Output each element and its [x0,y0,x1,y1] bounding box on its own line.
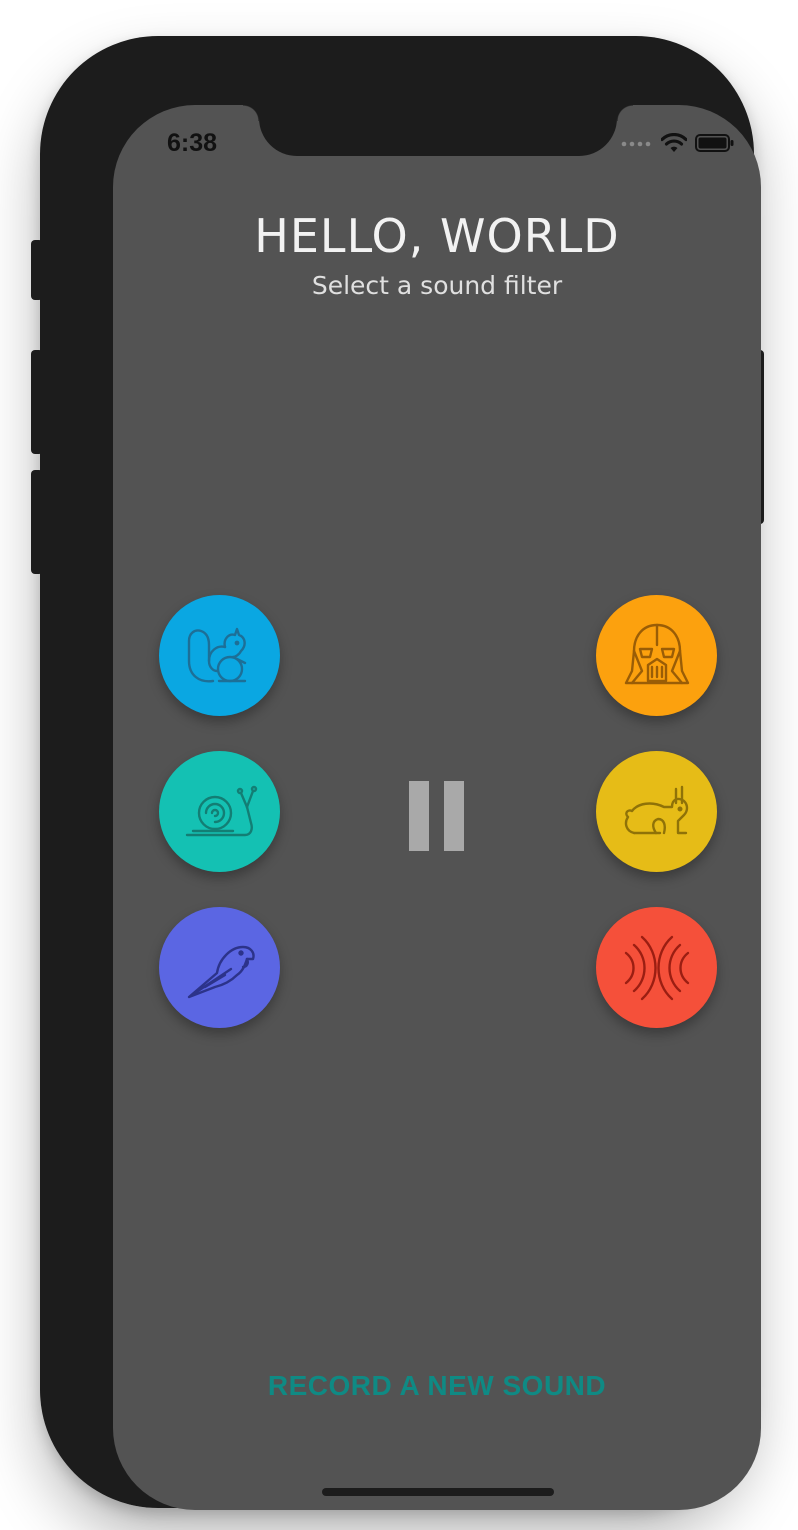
battery-icon [695,134,734,152]
pause-icon [409,781,429,851]
squirrel-filter-button[interactable] [159,595,280,716]
signal-dots-icon [621,141,651,147]
device-frame: 6:38 HELLO, WORLD Select a sound filter [40,36,761,1510]
status-time: 6:38 [167,129,218,157]
snail-icon [185,785,257,836]
darth-vader-helmet-icon [624,623,689,684]
rabbit-icon [624,785,688,834]
pause-icon-bar [444,781,464,851]
echo-filter-button[interactable] [596,907,717,1028]
parrot-icon [187,945,255,998]
page-subtitle: Select a sound filter [311,271,563,300]
rabbit-filter-button[interactable] [596,751,717,872]
record-new-sound-button[interactable]: RECORD A NEW SOUND [113,1370,761,1402]
home-indicator[interactable] [322,1488,554,1496]
parrot-filter-button[interactable] [159,907,280,1028]
squirrel-icon [187,627,246,682]
status-icons [621,133,735,153]
page-title: HELLO, WORLD [254,209,620,263]
snail-filter-button[interactable] [159,751,280,872]
darth-vader-filter-button[interactable] [596,595,717,716]
wifi-icon [661,133,687,152]
app-screen: 6:38 HELLO, WORLD Select a sound filter [113,105,761,1510]
device-notch [243,105,633,156]
echo-waves-icon [624,935,689,1000]
pause-button[interactable] [409,781,467,851]
